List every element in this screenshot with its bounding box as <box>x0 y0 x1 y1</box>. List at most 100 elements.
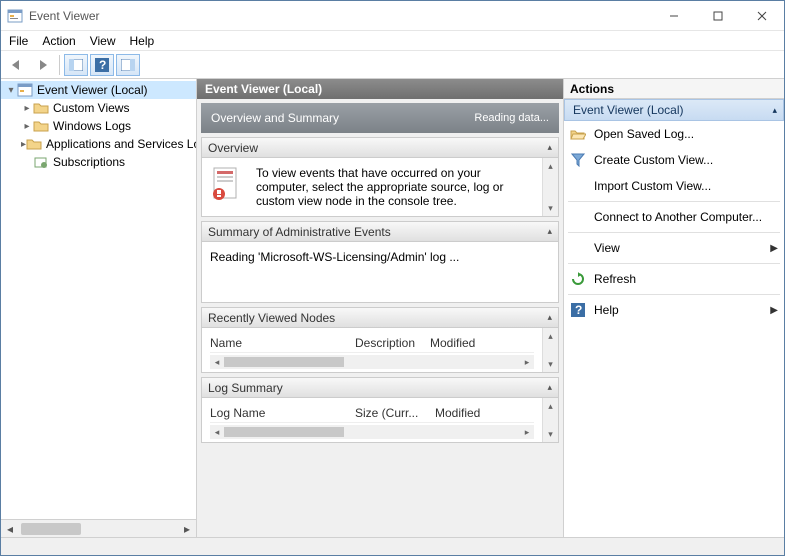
collapse-caret-icon[interactable]: ▴ <box>547 382 552 393</box>
col-size[interactable]: Size (Curr... <box>355 406 435 420</box>
blank-icon <box>570 240 586 256</box>
show-tree-button[interactable] <box>64 54 88 76</box>
expand-icon[interactable]: ▸ <box>21 103 33 114</box>
scrollbar-thumb[interactable] <box>21 523 81 535</box>
action-label: Refresh <box>594 272 636 286</box>
menu-action[interactable]: Action <box>42 34 75 48</box>
action-separator <box>568 201 780 202</box>
logsummary-panel-title: Log Summary <box>208 381 283 395</box>
col-modified[interactable]: Modified <box>430 336 475 350</box>
funnel-icon <box>570 152 586 168</box>
overview-panel-title: Overview <box>208 141 258 155</box>
action-label: View <box>594 241 620 255</box>
tree-item-label: Windows Logs <box>53 119 131 133</box>
summary-panel-title: Summary of Administrative Events <box>208 225 391 239</box>
center-header: Event Viewer (Local) <box>197 79 563 99</box>
scroll-right-icon[interactable]: ▸ <box>178 522 196 536</box>
minimize-button[interactable] <box>652 1 696 31</box>
preview-pane-button[interactable] <box>116 54 140 76</box>
logsummary-columns: Log Name Size (Curr... Modified <box>210 406 534 423</box>
actions-pane: Actions Event Viewer (Local) ▴ Open Save… <box>564 79 784 537</box>
col-modified[interactable]: Modified <box>435 406 480 420</box>
help-icon: ? <box>570 302 586 318</box>
tree-root[interactable]: ▾ Event Viewer (Local) <box>1 81 196 99</box>
tree-item-custom-views[interactable]: ▸ Custom Views <box>1 99 196 117</box>
collapse-caret-icon[interactable]: ▴ <box>547 226 552 237</box>
app-icon <box>7 8 23 24</box>
toolbar-separator <box>59 55 60 75</box>
forward-button[interactable] <box>31 54 55 76</box>
action-refresh[interactable]: Refresh <box>564 266 784 292</box>
recent-columns: Name Description Modified <box>210 336 534 353</box>
tree-item-subscriptions[interactable]: Subscriptions <box>1 153 196 171</box>
overview-info-icon <box>210 166 246 208</box>
tree-horizontal-scrollbar[interactable]: ◂ ▸ <box>1 519 196 537</box>
logsummary-horizontal-scrollbar[interactable]: ◂▸ <box>210 425 534 439</box>
recent-panel: Recently Viewed Nodes ▴ Name Description… <box>201 307 559 373</box>
recent-panel-title: Recently Viewed Nodes <box>208 311 335 325</box>
recent-panel-header[interactable]: Recently Viewed Nodes ▴ <box>202 308 558 328</box>
collapse-arrow-icon[interactable]: ▴ <box>772 105 777 116</box>
folder-icon <box>33 118 49 134</box>
menu-bar: File Action View Help <box>1 31 784 51</box>
recent-vertical-scrollbar[interactable]: ▴▾ <box>542 328 558 372</box>
event-viewer-icon <box>17 82 33 98</box>
toolbar: ? <box>1 51 784 79</box>
close-button[interactable] <box>740 1 784 31</box>
menu-help[interactable]: Help <box>130 34 155 48</box>
folder-icon <box>26 136 42 152</box>
overview-vertical-scrollbar[interactable]: ▴▾ <box>542 158 558 216</box>
menu-file[interactable]: File <box>9 34 28 48</box>
action-open-saved-log[interactable]: Open Saved Log... <box>564 121 784 147</box>
action-create-custom-view[interactable]: Create Custom View... <box>564 147 784 173</box>
col-description[interactable]: Description <box>355 336 430 350</box>
action-help[interactable]: ? Help ▶ <box>564 297 784 323</box>
actions-context-header[interactable]: Event Viewer (Local) ▴ <box>564 99 784 121</box>
recent-horizontal-scrollbar[interactable]: ◂▸ <box>210 355 534 369</box>
expand-icon[interactable]: ▸ <box>21 121 33 132</box>
overview-panel-header[interactable]: Overview ▴ <box>202 138 558 158</box>
chevron-right-icon: ▶ <box>770 305 778 316</box>
svg-text:?: ? <box>575 303 582 317</box>
blank-icon <box>570 209 586 225</box>
summary-panel-header[interactable]: Summary of Administrative Events ▴ <box>202 222 558 242</box>
tree-item-label: Applications and Services Lo <box>46 137 196 151</box>
action-label: Create Custom View... <box>594 153 713 167</box>
overview-title-row: Overview and Summary Reading data... <box>201 103 559 133</box>
overview-panel: Overview ▴ To view events that have occu… <box>201 137 559 217</box>
help-toolbar-button[interactable]: ? <box>90 54 114 76</box>
svg-text:?: ? <box>99 58 106 72</box>
overview-title: Overview and Summary <box>211 111 339 125</box>
collapse-caret-icon[interactable]: ▴ <box>547 142 552 153</box>
main-area: ▾ Event Viewer (Local) ▸ Custom Views ▸ … <box>1 79 784 537</box>
tree-item-app-services[interactable]: ▸ Applications and Services Lo <box>1 135 196 153</box>
collapse-caret-icon[interactable]: ▴ <box>547 312 552 323</box>
center-pane: Event Viewer (Local) Overview and Summar… <box>197 79 564 537</box>
action-view-submenu[interactable]: View ▶ <box>564 235 784 261</box>
col-logname[interactable]: Log Name <box>210 406 355 420</box>
maximize-button[interactable] <box>696 1 740 31</box>
window-titlebar: Event Viewer <box>1 1 784 31</box>
overview-text: To view events that have occurred on you… <box>256 166 550 208</box>
blank-icon <box>570 178 586 194</box>
folder-icon <box>33 100 49 116</box>
tree-item-windows-logs[interactable]: ▸ Windows Logs <box>1 117 196 135</box>
col-name[interactable]: Name <box>210 336 355 350</box>
back-button[interactable] <box>5 54 29 76</box>
chevron-right-icon: ▶ <box>770 243 778 254</box>
action-connect-computer[interactable]: Connect to Another Computer... <box>564 204 784 230</box>
menu-view[interactable]: View <box>90 34 116 48</box>
tree-pane: ▾ Event Viewer (Local) ▸ Custom Views ▸ … <box>1 79 197 537</box>
logsummary-vertical-scrollbar[interactable]: ▴▾ <box>542 398 558 442</box>
action-label: Open Saved Log... <box>594 127 694 141</box>
subscriptions-icon <box>33 154 49 170</box>
status-bar <box>1 537 784 555</box>
folder-open-icon <box>570 126 586 142</box>
tree-root-label: Event Viewer (Local) <box>37 83 148 97</box>
logsummary-panel-header[interactable]: Log Summary ▴ <box>202 378 558 398</box>
scroll-left-icon[interactable]: ◂ <box>1 522 19 536</box>
action-import-custom-view[interactable]: Import Custom View... <box>564 173 784 199</box>
logsummary-panel: Log Summary ▴ Log Name Size (Curr... Mod… <box>201 377 559 443</box>
refresh-icon <box>570 271 586 287</box>
collapse-icon[interactable]: ▾ <box>5 85 17 96</box>
